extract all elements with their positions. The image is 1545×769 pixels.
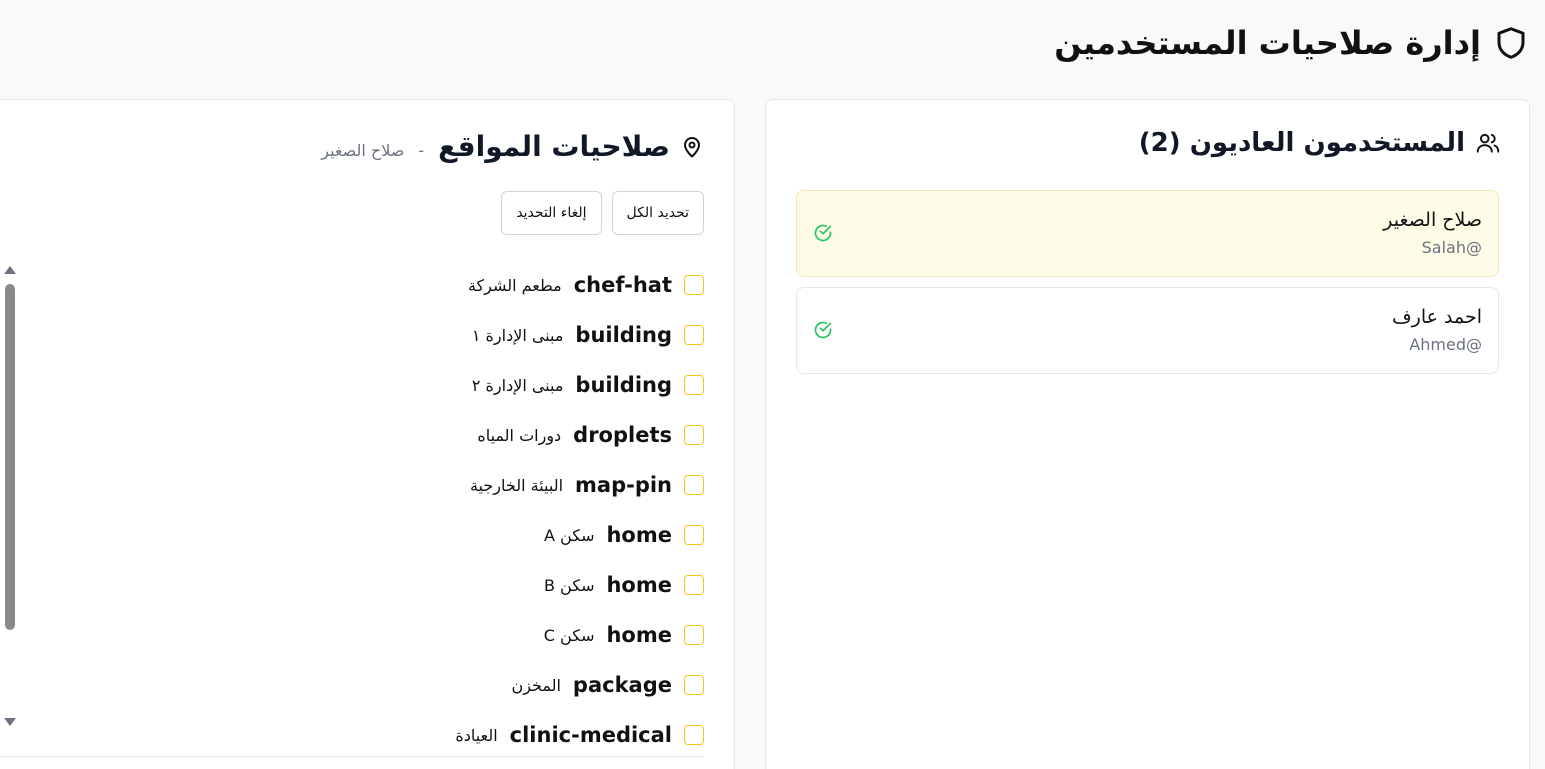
location-label: سكن A [544, 525, 595, 545]
location-label: مبنى الإدارة ١ [471, 325, 564, 345]
location-list: chef-hat مطعم الشركة building مبنى الإدا… [284, 260, 704, 760]
deselect-all-button[interactable]: إلغاء التحديد [501, 191, 602, 235]
location-label: مبنى الإدارة ٢ [471, 375, 564, 395]
selected-user-name: صلاح الصغير [321, 141, 405, 160]
map-pin-icon: map-pin [575, 473, 672, 497]
location-item[interactable]: building مبنى الإدارة ٢ [284, 360, 704, 410]
bulk-actions: تحديد الكل إلغاء التحديد [501, 191, 704, 235]
location-checkbox[interactable] [684, 325, 704, 345]
users-icon [1476, 133, 1500, 153]
location-label: مطعم الشركة [467, 275, 562, 295]
page: إدارة صلاحيات المستخدمين المستخدمون العا… [0, 0, 1545, 769]
package-icon: package [572, 673, 672, 697]
location-item[interactable]: map-pin البيئة الخارجية [284, 460, 704, 510]
location-checkbox[interactable] [684, 275, 704, 295]
permissions-panel-header: صلاحيات المواقع - صلاح الصغير [321, 130, 704, 163]
scrollbar[interactable] [0, 262, 20, 730]
location-label: المخزن [511, 675, 561, 695]
users-panel: المستخدمون العاديون (2) صلاح الصغير Sala… [765, 99, 1530, 769]
shield-icon [1497, 27, 1525, 59]
divider [0, 756, 704, 757]
user-list: صلاح الصغير Salah@ احمد عارف Ahmed@ [796, 190, 1499, 384]
building-icon: building [575, 323, 672, 347]
location-checkbox[interactable] [684, 525, 704, 545]
droplets-icon: droplets [573, 423, 672, 447]
location-item[interactable]: home سكن A [284, 510, 704, 560]
home-icon: home [606, 523, 672, 547]
check-circle-icon [814, 224, 832, 242]
page-title: إدارة صلاحيات المستخدمين [1054, 24, 1481, 62]
user-row-ahmed[interactable]: احمد عارف Ahmed@ [796, 287, 1499, 374]
location-checkbox[interactable] [684, 375, 704, 395]
location-item[interactable]: home سكن C [284, 610, 704, 660]
home-icon: home [606, 573, 672, 597]
location-label: سكن C [543, 625, 595, 645]
location-item[interactable]: chef-hat مطعم الشركة [284, 260, 704, 310]
home-icon: home [606, 623, 672, 647]
users-panel-title: المستخدمون العاديون (2) [1138, 128, 1465, 158]
user-name: صلاح الصغير [1383, 209, 1482, 231]
location-checkbox[interactable] [684, 725, 704, 745]
user-handle: Salah@ [1421, 238, 1482, 257]
location-checkbox[interactable] [684, 425, 704, 445]
scroll-down-arrow-icon[interactable] [4, 718, 16, 726]
location-checkbox[interactable] [684, 675, 704, 695]
select-all-button[interactable]: تحديد الكل [611, 191, 704, 235]
user-handle: Ahmed@ [1409, 335, 1482, 354]
location-checkbox[interactable] [684, 575, 704, 595]
building-icon: building [575, 373, 672, 397]
chef-hat-icon: chef-hat [573, 273, 672, 297]
permissions-panel: صلاحيات المواقع - صلاح الصغير تحديد الكل… [0, 99, 735, 769]
location-label: العيادة [455, 725, 498, 745]
location-label: سكن B [543, 575, 595, 595]
location-label: البيئة الخارجية [470, 475, 564, 495]
location-item[interactable]: home سكن B [284, 560, 704, 610]
user-name: احمد عارف [1391, 306, 1482, 328]
scrollbar-thumb[interactable] [5, 284, 15, 630]
check-circle-icon [814, 321, 832, 339]
users-panel-header: المستخدمون العاديون (2) [1139, 128, 1501, 158]
location-label: دورات المياه [477, 425, 562, 445]
title-separator: - [418, 141, 425, 160]
location-checkbox[interactable] [684, 625, 704, 645]
location-item[interactable]: droplets دورات المياه [284, 410, 704, 460]
location-item[interactable]: package المخزن [284, 660, 704, 710]
permissions-panel-title: صلاحيات المواقع [438, 130, 670, 163]
page-header: إدارة صلاحيات المستخدمين [1054, 24, 1529, 62]
user-row-salah[interactable]: صلاح الصغير Salah@ [796, 190, 1499, 277]
location-item[interactable]: clinic-medical العيادة [284, 710, 704, 760]
map-pin-icon [684, 136, 700, 157]
clinic-medical-icon: clinic-medical [509, 723, 672, 747]
location-checkbox[interactable] [684, 475, 704, 495]
location-item[interactable]: building مبنى الإدارة ١ [284, 310, 704, 360]
scroll-up-arrow-icon[interactable] [4, 266, 16, 274]
